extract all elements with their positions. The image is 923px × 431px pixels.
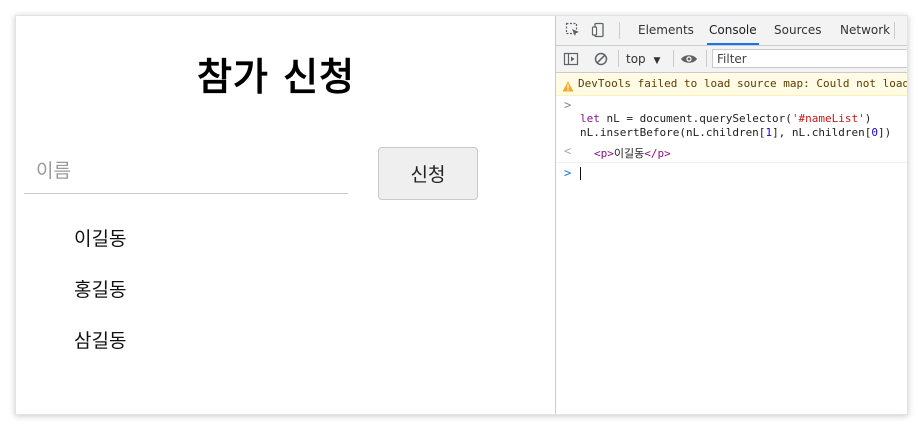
tab-sources[interactable]: Sources	[772, 16, 823, 45]
device-toolbar-icon[interactable]	[590, 21, 608, 39]
chevron-down-icon: ▼	[653, 56, 661, 66]
tab-console[interactable]: Console	[707, 16, 759, 45]
input-prompt-icon: >	[564, 166, 572, 180]
result-prompt-icon: <	[564, 144, 572, 158]
toolbar-divider	[673, 50, 674, 67]
code-keyword: let	[580, 112, 600, 125]
code-text: nL = document.querySelector(	[599, 112, 792, 125]
console-result-entry: < <p>이길동</p>	[556, 142, 907, 163]
name-input[interactable]	[24, 148, 348, 194]
list-item: 이길동	[74, 228, 127, 250]
filter-input[interactable]	[712, 49, 907, 68]
console-toolbar: top ▼	[556, 46, 907, 73]
code-text: ])	[878, 126, 892, 139]
text-cursor	[580, 167, 581, 180]
toolbar-divider	[619, 22, 620, 39]
code-text: ], nL.children[	[772, 126, 872, 139]
inspect-element-icon[interactable]	[564, 21, 582, 39]
tab-network[interactable]: Network	[838, 16, 892, 45]
result-element[interactable]: <p>이길동</p>	[594, 145, 671, 161]
command-prompt-icon: >	[564, 98, 572, 112]
toolbar-divider	[618, 50, 619, 67]
toolbar-divider	[894, 22, 895, 39]
toolbar-divider	[706, 50, 707, 67]
devtools-tab-bar: Elements Console Sources Network	[556, 16, 907, 46]
result-open-tag: <p>	[594, 147, 614, 160]
tab-elements[interactable]: Elements	[636, 16, 696, 45]
code-line-2: nL.insertBefore(nL.children[1], nL.child…	[580, 126, 891, 139]
code-text: )	[864, 112, 872, 125]
result-close-tag: </p>	[644, 147, 671, 160]
console-input-line[interactable]: >	[556, 163, 907, 185]
context-select-label: top	[626, 52, 646, 66]
result-text: 이길동	[613, 147, 645, 160]
console-command-entry: > let nL = document.querySelector('#name…	[556, 96, 907, 142]
code-text: nL.insertBefore(nL.children[	[580, 126, 766, 139]
context-select[interactable]: top ▼	[626, 50, 660, 68]
list-item: 홍길동	[74, 279, 127, 301]
eye-icon[interactable]	[680, 50, 698, 68]
code-line-1: let nL = document.querySelector('#nameLi…	[580, 112, 871, 125]
warning-message: DevTools failed to load source map: Coul…	[578, 77, 907, 90]
sidebar-toggle-icon[interactable]	[562, 50, 580, 68]
code-string: '#nameList'	[791, 112, 865, 125]
page-title: 참가 신청	[196, 55, 356, 99]
list-item: 삼길동	[74, 330, 127, 352]
browser-window: 참가 신청 신청 이길동 홍길동 삼길동 E	[15, 15, 908, 415]
console-warning: DevTools failed to load source map: Coul…	[556, 73, 907, 96]
name-list: 이길동 홍길동 삼길동	[74, 227, 126, 380]
clear-console-icon[interactable]	[592, 50, 610, 68]
devtools-panel: Elements Console Sources Network top ▼ F…	[555, 16, 907, 414]
page-viewport: 참가 신청 신청 이길동 홍길동 삼길동	[16, 16, 555, 414]
submit-button[interactable]: 신청	[378, 147, 478, 200]
